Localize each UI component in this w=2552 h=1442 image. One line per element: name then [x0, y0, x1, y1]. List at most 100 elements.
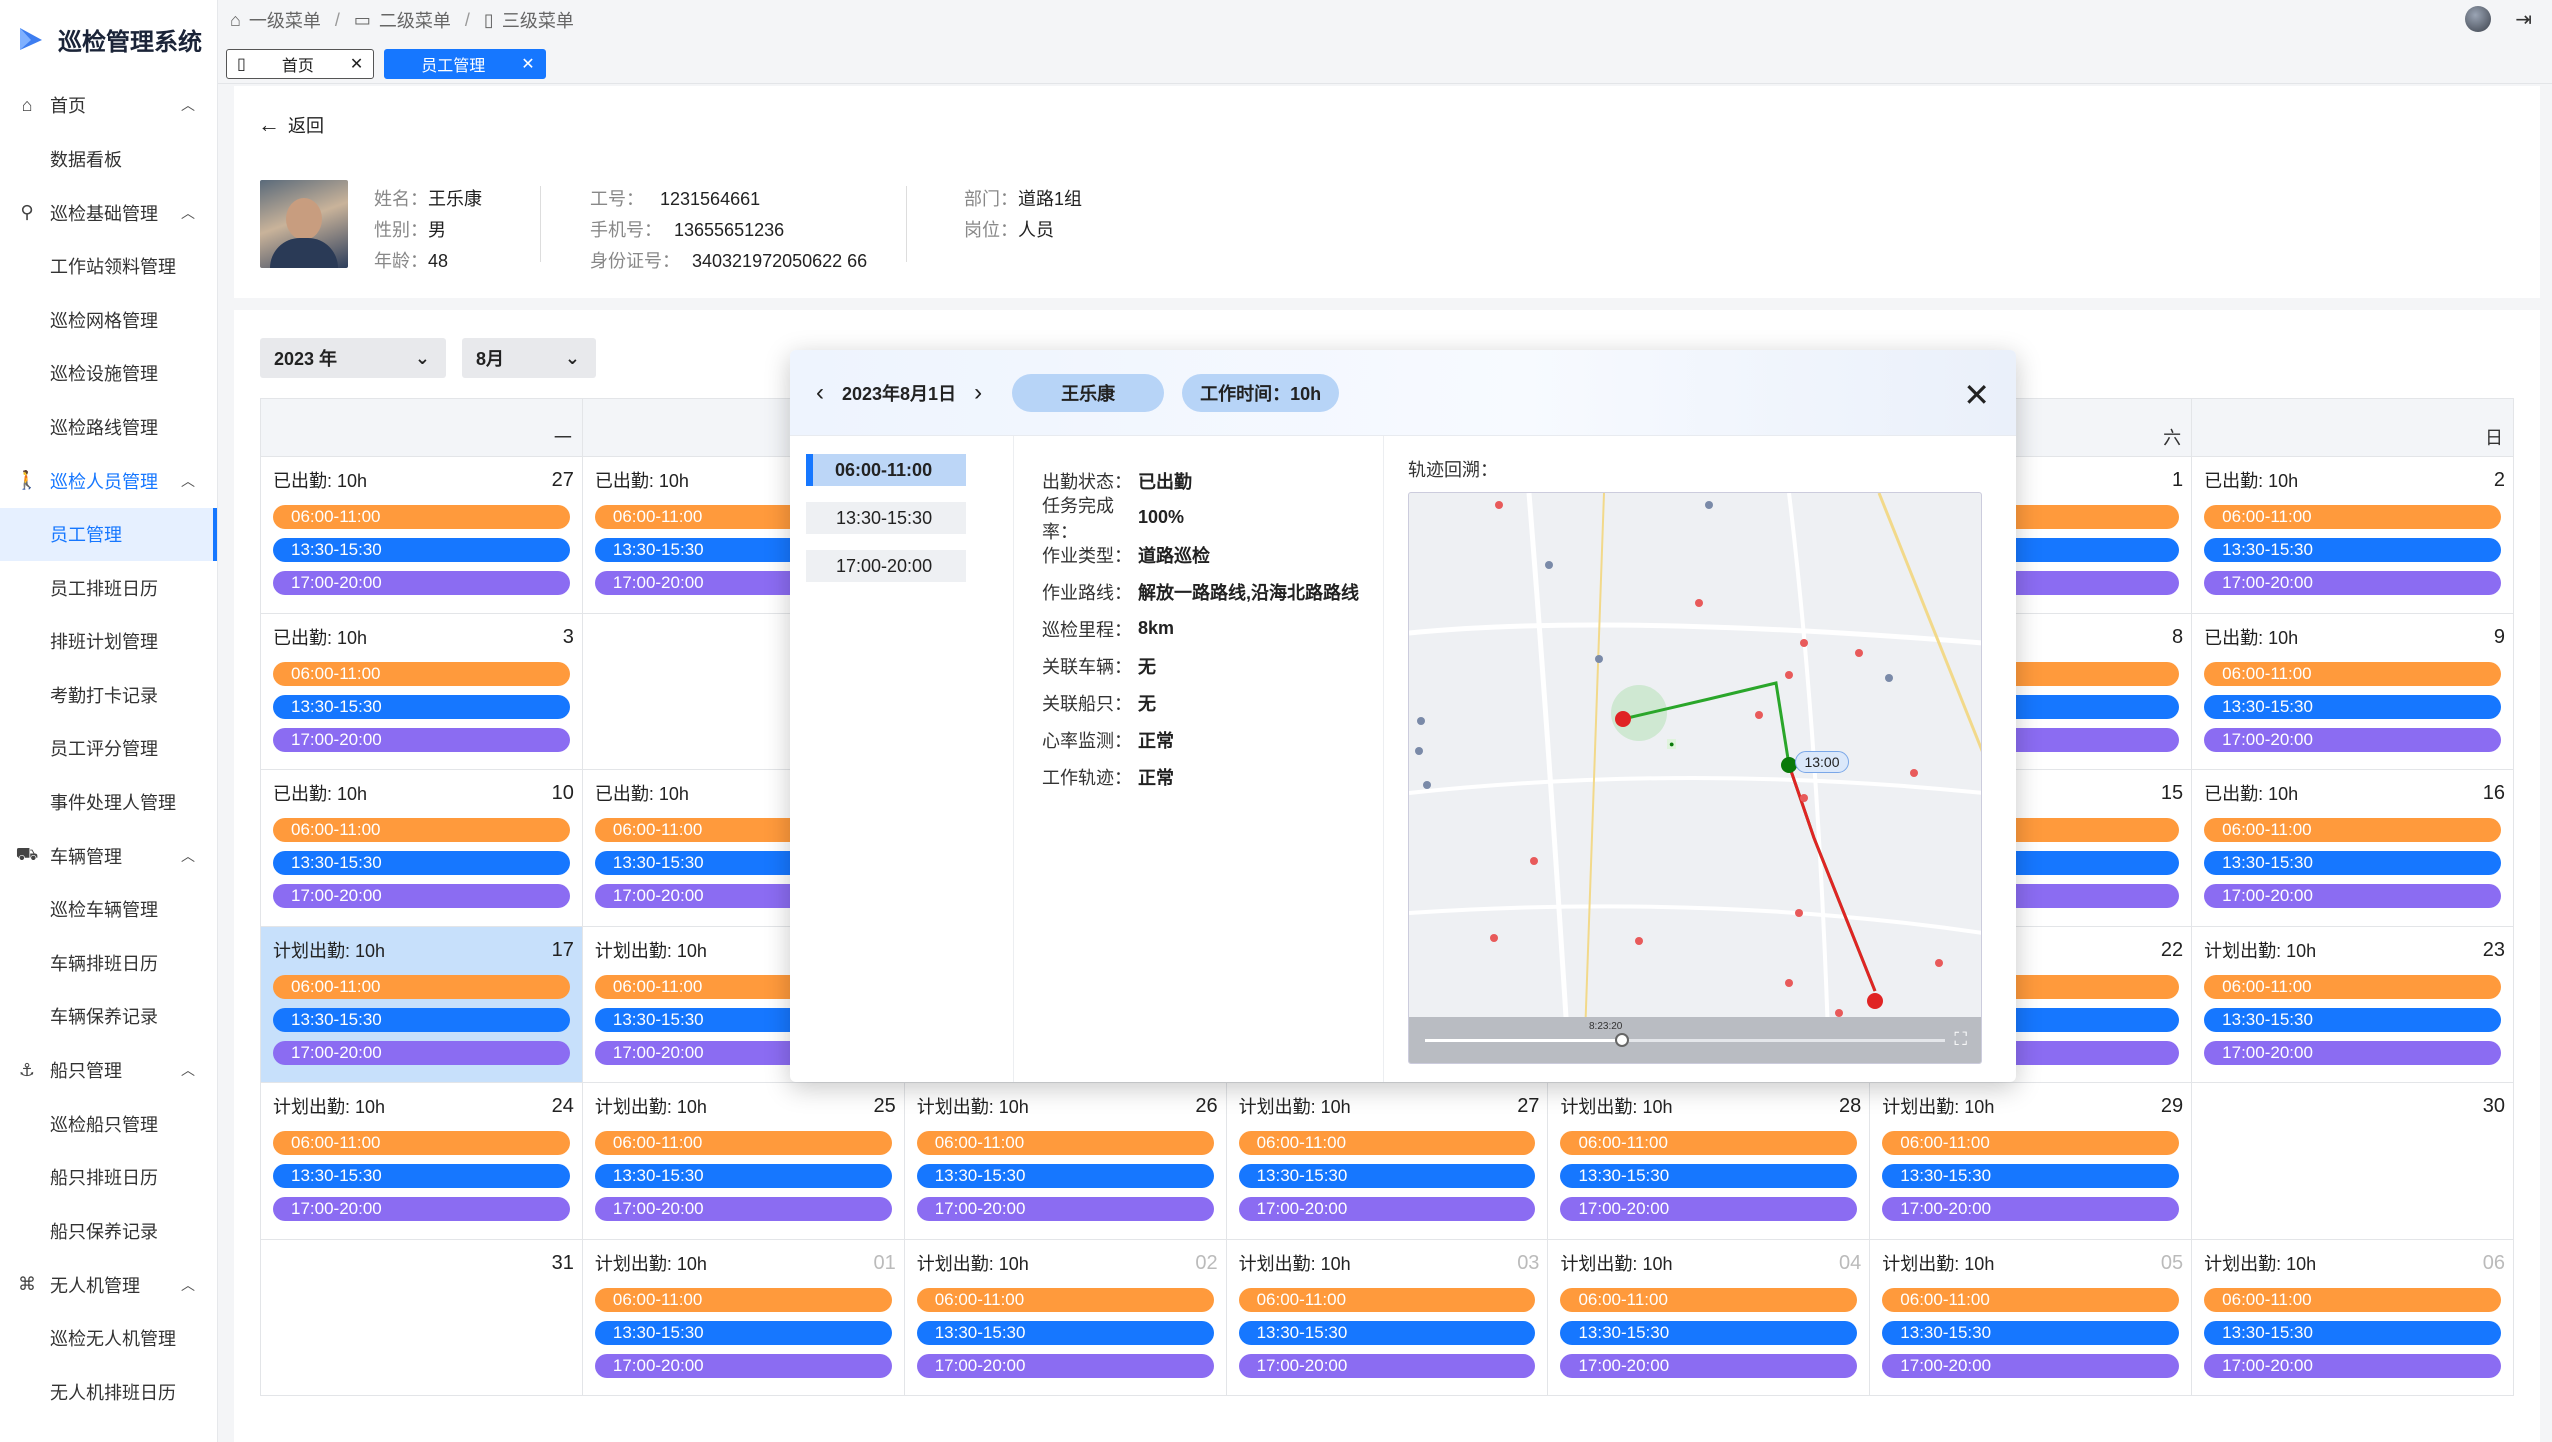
sidebar-item[interactable]: 事件处理人管理 [0, 775, 217, 829]
calendar-day-cell[interactable]: 计划出勤: 10h 25 06:00-11:00 13:30-15:30 17:00-2… [582, 1083, 905, 1240]
shift-chip[interactable]: 13:30-15:30 [594, 1320, 892, 1345]
shift-chip[interactable]: 06:00-11:00 [2204, 661, 2502, 686]
tab-employee-management[interactable]: 员工管理 ✕ [384, 48, 546, 79]
calendar-day-cell[interactable]: 已出勤: 10h 16 06:00-11:00 13:30-15:30 17:00-20… [2192, 770, 2515, 927]
shift-chip[interactable]: 13:30-15:30 [1882, 1320, 2180, 1345]
shift-chip[interactable]: 13:30-15:30 [594, 1164, 892, 1188]
time-slot[interactable]: 06:00-11:00 [806, 454, 966, 486]
calendar-day-cell[interactable]: 计划出勤: 10h 27 06:00-11:00 13:30-15:30 17:00-2… [1226, 1083, 1549, 1240]
shift-chip[interactable]: 17:00-20:00 [273, 1040, 570, 1065]
shift-chip[interactable]: 17:00-20:00 [916, 1197, 1214, 1221]
calendar-day-cell[interactable]: 计划出勤: 10h 06 06:00-11:00 13:30-15:30 17:00-2… [2192, 1239, 2515, 1396]
calendar-day-cell[interactable]: 计划出勤: 10h 04 06:00-11:00 13:30-15:30 17:00-2… [1548, 1239, 1871, 1396]
shift-chip[interactable]: 06:00-11:00 [2204, 974, 2502, 999]
shift-chip[interactable]: 17:00-20:00 [2204, 571, 2502, 595]
year-select[interactable]: 2023 年 ⌄ [260, 338, 446, 378]
time-slot[interactable]: 13:30-15:30 [806, 502, 966, 534]
shift-chip[interactable]: 13:30-15:30 [1882, 1164, 2180, 1188]
breadcrumb-item[interactable]: 一级菜单 [249, 7, 321, 33]
shift-chip[interactable]: 13:30-15:30 [1560, 1320, 1858, 1345]
shift-chip[interactable]: 06:00-11:00 [1560, 1287, 1858, 1312]
shift-chip[interactable]: 17:00-20:00 [2204, 1353, 2502, 1378]
shift-chip[interactable]: 06:00-11:00 [273, 661, 570, 686]
calendar-day-cell[interactable]: 30 [2192, 1083, 2515, 1240]
close-icon[interactable]: ✕ [521, 54, 534, 74]
sidebar-item[interactable]: 数据看板 [0, 132, 217, 186]
sidebar-item[interactable]: 船只保养记录 [0, 1204, 217, 1258]
fullscreen-icon[interactable]: ⛶ [1954, 1029, 1967, 1050]
shift-chip[interactable]: 06:00-11:00 [1560, 1131, 1858, 1155]
shift-chip[interactable]: 06:00-11:00 [594, 1287, 892, 1312]
shift-chip[interactable]: 17:00-20:00 [1560, 1197, 1858, 1221]
track-map[interactable]: ● 13:00 8:23:20 ⛶ [1408, 492, 1982, 1064]
shift-chip[interactable]: 17:00-20:00 [1882, 1197, 2180, 1221]
shift-chip[interactable]: 17:00-20:00 [273, 727, 570, 752]
shift-chip[interactable]: 17:00-20:00 [2204, 727, 2502, 752]
calendar-day-cell[interactable]: 计划出勤: 10h 03 06:00-11:00 13:30-15:30 17:00-2… [1226, 1239, 1549, 1396]
calendar-day-cell[interactable]: 计划出勤: 10h 05 06:00-11:00 13:30-15:30 17:00-2… [1870, 1239, 2193, 1396]
chevron-right-icon[interactable]: › [974, 379, 982, 407]
shift-chip[interactable]: 13:30-15:30 [1560, 1164, 1858, 1188]
chevron-left-icon[interactable]: ‹ [816, 379, 824, 407]
shift-chip[interactable]: 06:00-11:00 [1238, 1287, 1536, 1312]
shift-chip[interactable]: 17:00-20:00 [916, 1353, 1214, 1378]
shift-chip[interactable]: 13:30-15:30 [916, 1164, 1214, 1188]
shift-chip[interactable]: 13:30-15:30 [273, 694, 570, 719]
shift-chip[interactable]: 17:00-20:00 [273, 571, 570, 595]
sidebar-item[interactable]: 车辆排班日历 [0, 936, 217, 990]
sidebar-item[interactable]: 员工管理 [0, 507, 217, 561]
shift-chip[interactable]: 13:30-15:30 [273, 851, 570, 875]
shift-chip[interactable]: 06:00-11:00 [916, 1287, 1214, 1312]
sidebar-item[interactable]: 工作站领料管理 [0, 240, 217, 294]
close-icon[interactable]: ✕ [350, 54, 363, 74]
shift-chip[interactable]: 13:30-15:30 [2204, 1320, 2502, 1345]
sidebar-item[interactable]: 船只排班日历 [0, 1151, 217, 1205]
shift-chip[interactable]: 17:00-20:00 [1560, 1353, 1858, 1378]
calendar-day-cell[interactable]: 计划出勤: 10h 29 06:00-11:00 13:30-15:30 17:00-2… [1870, 1083, 2193, 1240]
calendar-day-cell[interactable]: 已出勤: 10h 3 06:00-11:00 13:30-15:30 17:00-20:… [261, 613, 583, 770]
calendar-day-cell[interactable]: 已出勤: 10h 9 06:00-11:00 13:30-15:30 17:00-20:… [2192, 613, 2515, 770]
shift-chip[interactable]: 17:00-20:00 [2204, 884, 2502, 908]
calendar-day-cell[interactable]: 计划出勤: 10h 23 06:00-11:00 13:30-15:30 17:00-2… [2192, 926, 2515, 1083]
calendar-day-cell[interactable]: 计划出勤: 10h 24 06:00-11:00 13:30-15:30 17:00-2… [261, 1083, 583, 1240]
shift-chip[interactable]: 13:30-15:30 [1238, 1164, 1536, 1188]
sidebar-item[interactable]: 巡检设施管理 [0, 347, 217, 401]
calendar-day-cell[interactable]: 计划出勤: 10h 01 06:00-11:00 13:30-15:30 17:00-2… [582, 1239, 905, 1396]
sidebar-item[interactable]: 巡检网格管理 [0, 293, 217, 347]
shift-chip[interactable]: 06:00-11:00 [594, 1131, 892, 1155]
sidebar-group-2[interactable]: 🚶 巡检人员管理 ︿ [0, 454, 217, 508]
shift-chip[interactable]: 06:00-11:00 [273, 974, 570, 999]
shift-chip[interactable]: 13:30-15:30 [2204, 694, 2502, 719]
calendar-day-cell[interactable]: 计划出勤: 10h 02 06:00-11:00 13:30-15:30 17:00-2… [904, 1239, 1227, 1396]
sidebar-item[interactable]: 无人机排班日历 [0, 1365, 217, 1419]
sidebar-group-5[interactable]: ⌘ 无人机管理 ︿ [0, 1258, 217, 1312]
sidebar-item[interactable]: 车辆保养记录 [0, 990, 217, 1044]
sidebar-group-1[interactable]: ⚲ 巡检基础管理 ︿ [0, 186, 217, 240]
calendar-day-cell[interactable]: 31 [261, 1239, 583, 1396]
shift-chip[interactable]: 13:30-15:30 [273, 1007, 570, 1032]
shift-chip[interactable]: 06:00-11:00 [273, 1131, 570, 1155]
shift-chip[interactable]: 13:30-15:30 [2204, 538, 2502, 562]
shift-chip[interactable]: 17:00-20:00 [594, 1353, 892, 1378]
sidebar-item[interactable]: 考勤打卡记录 [0, 668, 217, 722]
tab-home[interactable]: ▯ 首页 ✕ [226, 48, 375, 79]
shift-chip[interactable]: 06:00-11:00 [1882, 1287, 2180, 1312]
shift-chip[interactable]: 13:30-15:30 [2204, 1007, 2502, 1032]
month-select[interactable]: 8月 ⌄ [462, 338, 596, 378]
calendar-day-cell[interactable]: 已出勤: 10h 2 06:00-11:00 13:30-15:30 17:00-20:… [2192, 457, 2515, 614]
shift-chip[interactable]: 06:00-11:00 [2204, 818, 2502, 842]
shift-chip[interactable]: 06:00-11:00 [2204, 505, 2502, 529]
shift-chip[interactable]: 13:30-15:30 [1238, 1320, 1536, 1345]
calendar-day-cell[interactable]: 已出勤: 10h 27 06:00-11:00 13:30-15:30 17:00-20… [261, 457, 583, 614]
sidebar-group-0[interactable]: ⌂ 首页 ︿ [0, 78, 217, 132]
shift-chip[interactable]: 17:00-20:00 [1238, 1197, 1536, 1221]
shift-chip[interactable]: 13:30-15:30 [273, 1164, 570, 1188]
user-avatar[interactable] [2465, 6, 2492, 32]
shift-chip[interactable]: 06:00-11:00 [916, 1131, 1214, 1155]
shift-chip[interactable]: 06:00-11:00 [2204, 1287, 2502, 1312]
sidebar-item[interactable]: 巡检路线管理 [0, 400, 217, 454]
sidebar-item[interactable]: 巡检车辆管理 [0, 883, 217, 937]
shift-chip[interactable]: 13:30-15:30 [916, 1320, 1214, 1345]
shift-chip[interactable]: 17:00-20:00 [273, 1197, 570, 1221]
shift-chip[interactable]: 06:00-11:00 [1238, 1131, 1536, 1155]
